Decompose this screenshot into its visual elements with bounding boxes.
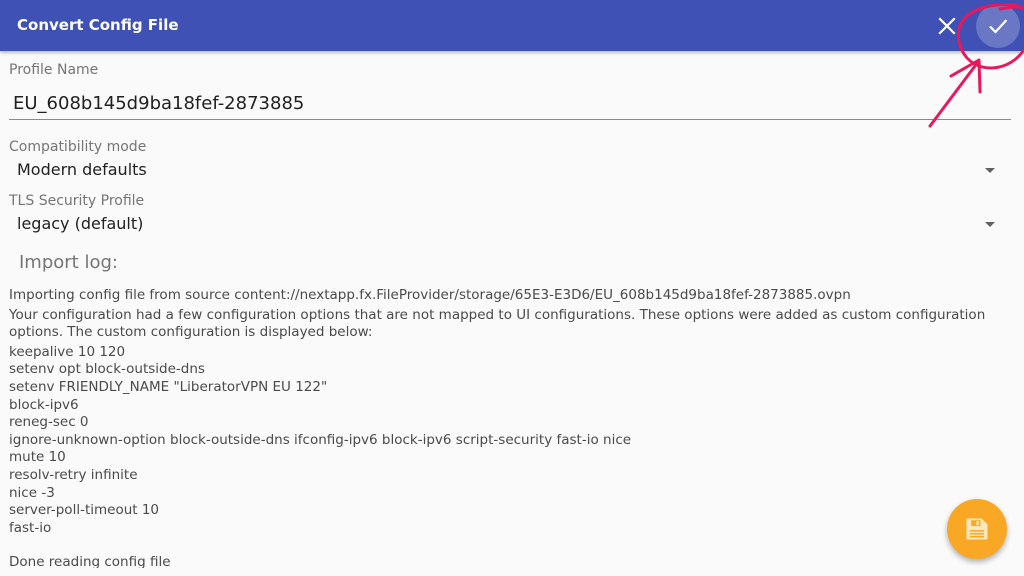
tls-security-profile-label: TLS Security Profile: [9, 193, 145, 209]
log-line: resolv-retry infinite: [9, 466, 138, 483]
confirm-button[interactable]: [976, 4, 1020, 48]
close-button[interactable]: [925, 4, 969, 48]
compatibility-mode-label: Compatibility mode: [9, 139, 147, 155]
log-line: nice -3: [9, 484, 55, 501]
import-log: Importing config file from source conten…: [9, 287, 1021, 568]
profile-name-input[interactable]: EU_608b145d9ba18fef-2873885: [13, 93, 304, 114]
log-line: mute 10: [9, 449, 66, 466]
dropdown-arrow-icon: [985, 168, 995, 173]
log-line: setenv opt block-outside-dns: [9, 361, 205, 378]
check-icon: [989, 19, 1008, 34]
annotation-arrow-shaft: [928, 60, 980, 128]
log-source-line: Importing config file from source conten…: [9, 287, 851, 303]
log-line: reneg-sec 0: [9, 414, 89, 431]
compatibility-mode-value: Modern defaults: [17, 160, 147, 179]
tls-security-profile-dropdown[interactable]: legacy (default): [9, 211, 1009, 239]
log-line: ignore-unknown-option block-outside-dns …: [9, 431, 632, 448]
save-icon: [966, 518, 988, 540]
log-line: block-ipv6: [9, 396, 79, 413]
profile-name-underline: [9, 119, 1011, 120]
app-bar: Convert Config File: [0, 0, 1024, 51]
log-line: server-poll-timeout 10: [9, 502, 160, 519]
log-custom-options-note: Your configuration had a few configurati…: [9, 306, 986, 341]
annotation-arrow-head: [949, 58, 982, 94]
log-done-line: Done reading config file: [9, 554, 171, 568]
dialog-title: Convert Config File: [17, 16, 179, 34]
dropdown-arrow-icon: [985, 222, 995, 227]
import-log-heading: Import log:: [19, 252, 118, 273]
close-icon: [938, 17, 956, 35]
tls-security-profile-value: legacy (default): [17, 214, 144, 233]
save-fab-button[interactable]: [947, 499, 1007, 559]
log-line: fast-io: [9, 519, 52, 536]
profile-name-label: Profile Name: [9, 62, 99, 78]
log-line: keepalive 10 120: [9, 343, 126, 360]
log-custom-config: keepalive 10 120 setenv opt block-outsid…: [9, 344, 1021, 538]
compatibility-mode-dropdown[interactable]: Modern defaults: [9, 157, 1009, 185]
log-line: setenv FRIENDLY_NAME "LiberatorVPN EU 12…: [9, 378, 328, 395]
